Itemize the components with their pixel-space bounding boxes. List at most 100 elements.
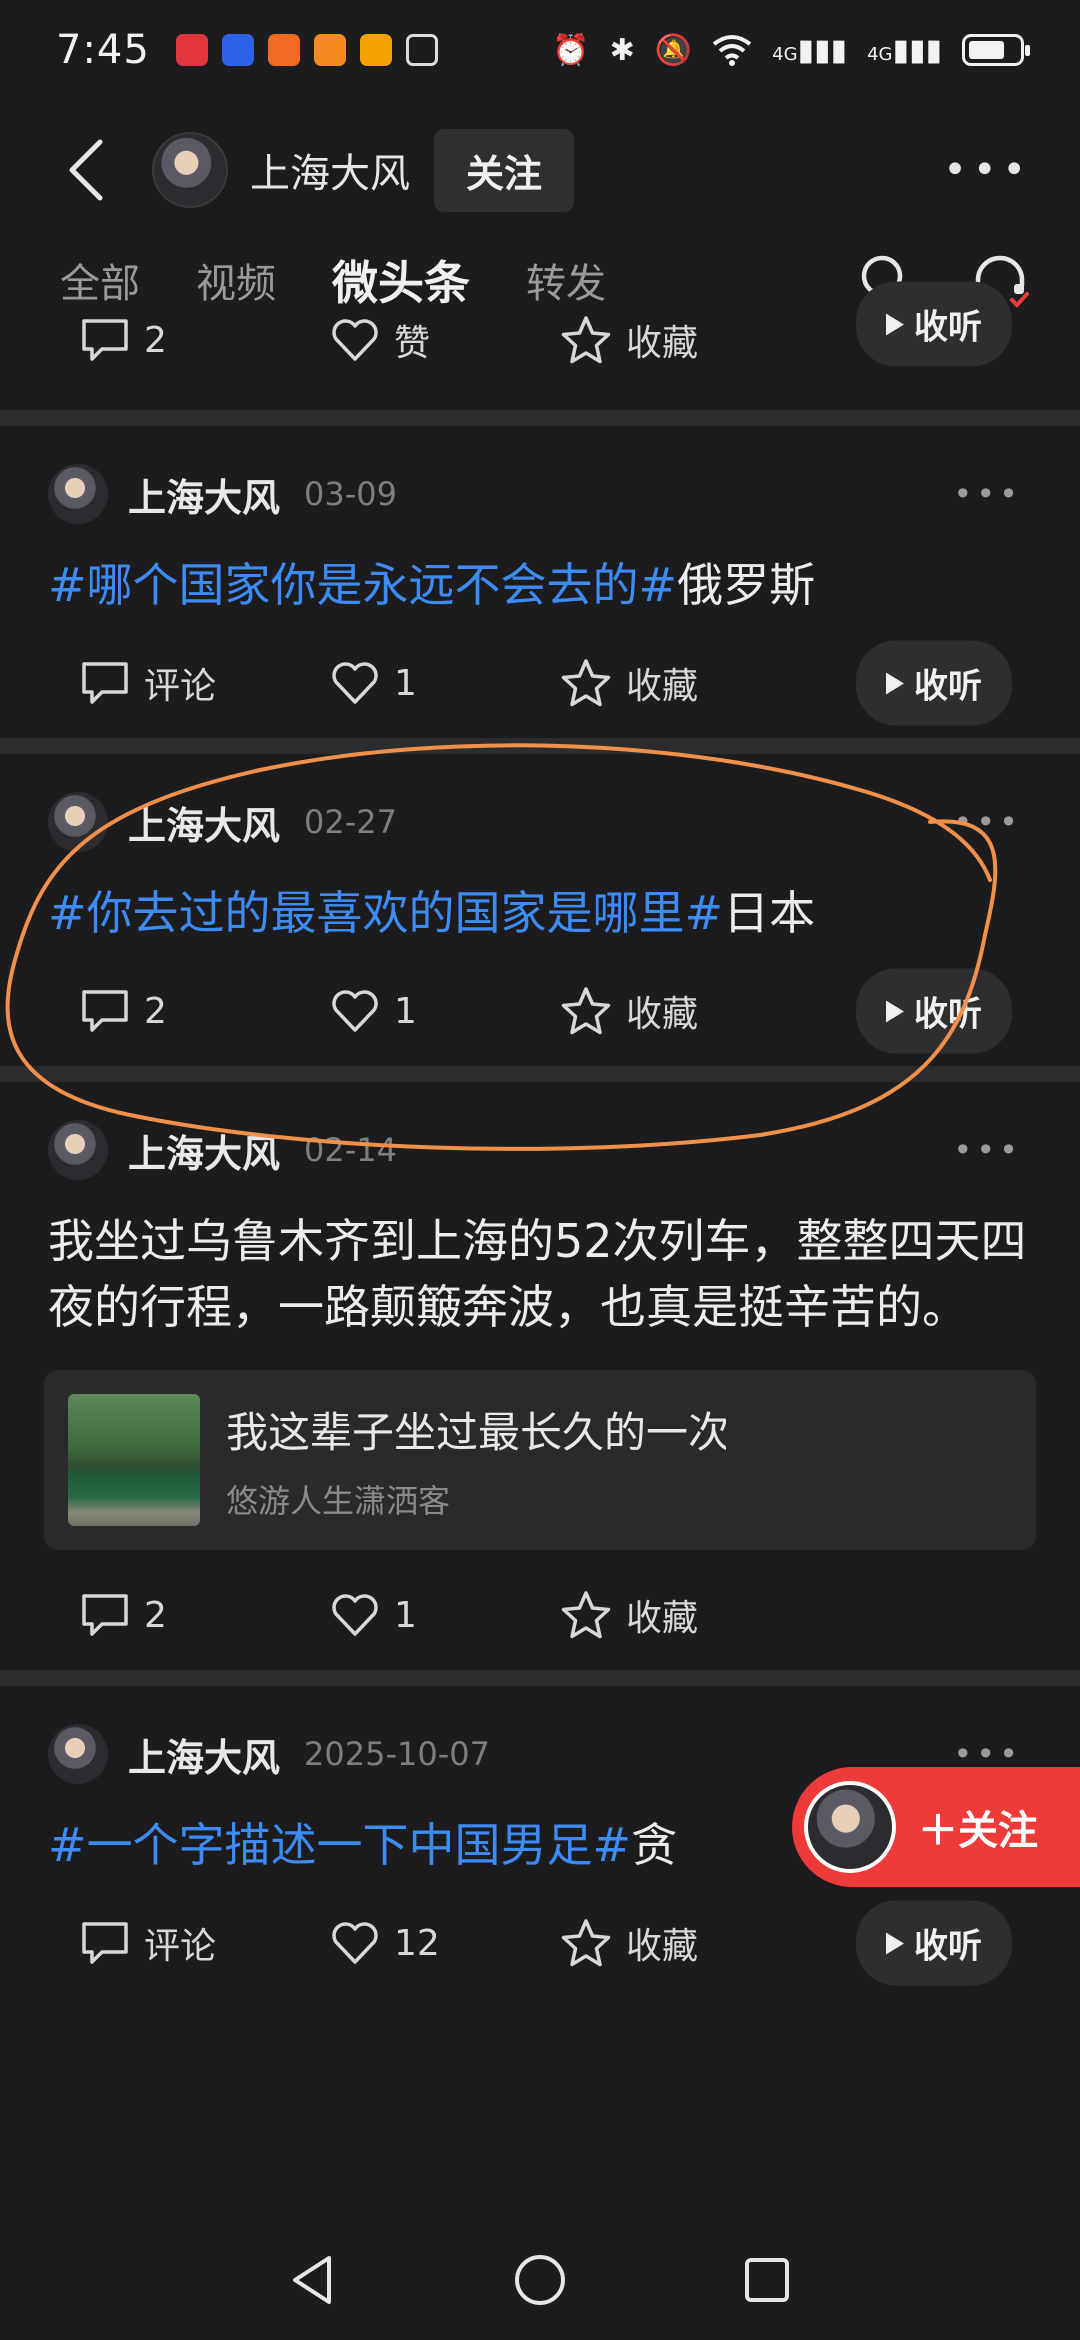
comment-action[interactable]: 2 <box>80 988 330 1034</box>
nav-home-icon[interactable] <box>512 2252 568 2308</box>
system-nav-bar <box>0 2220 1080 2340</box>
heart-icon <box>332 319 378 361</box>
author-avatar <box>804 1781 896 1873</box>
post-feed: 2 赞 收藏 收听 上海大风 03-09 ••• #哪个国家你是永远不会去的#俄… <box>0 281 1080 1998</box>
favorite-label: 收藏 <box>626 323 699 364</box>
post-date: 2025-10-07 <box>304 1735 490 1773</box>
favorite-action[interactable]: 收藏 <box>560 657 800 709</box>
post-actions: 2 1 收藏 收听 <box>0 956 1080 1066</box>
listen-button[interactable]: 收听 <box>856 1900 1012 1986</box>
like-action[interactable]: 12 <box>330 1920 560 1966</box>
hashtag-link[interactable]: #哪个国家你是永远不会去的# <box>48 558 677 612</box>
comment-action[interactable]: 评论 <box>80 1917 330 1969</box>
listen-label: 收听 <box>914 1926 982 1967</box>
alarm-icon: ⏰ <box>552 32 590 68</box>
tab-micro-headline[interactable]: 微头条 <box>332 247 470 313</box>
author-avatar[interactable] <box>48 1120 108 1180</box>
author-name[interactable]: 上海大风 <box>128 467 280 522</box>
like-action[interactable]: 1 <box>330 1592 560 1638</box>
nav-back-icon[interactable] <box>285 2252 341 2308</box>
like-action[interactable]: 1 <box>330 988 560 1034</box>
more-options-icon[interactable]: ••• <box>953 1131 1022 1169</box>
favorite-action[interactable]: 收藏 <box>560 1589 800 1641</box>
favorite-action[interactable]: 收藏 <box>560 985 800 1037</box>
author-name[interactable]: 上海大风 <box>128 1123 280 1178</box>
tab-repost[interactable]: 转发 <box>526 251 606 309</box>
back-button[interactable] <box>50 134 122 206</box>
system-status: ⏰ ✱ 🔕 4G▮▮▮ 4G▮▮▮ <box>552 32 1030 68</box>
author-name[interactable]: 上海大风 <box>250 141 410 199</box>
author-name[interactable]: 上海大风 <box>128 1727 280 1782</box>
comment-icon <box>82 1922 128 1964</box>
post-card[interactable]: 上海大风 02-14 ••• 我坐过乌鲁木齐到上海的52次列车，整整四天四夜的行… <box>0 1082 1080 1670</box>
more-options-icon[interactable]: ••• <box>953 803 1022 841</box>
linked-article-source: 悠游人生潇洒客 <box>226 1481 451 1520</box>
author-avatar[interactable] <box>48 792 108 852</box>
comment-action[interactable]: 2 <box>80 317 330 363</box>
author-avatar[interactable] <box>152 132 228 208</box>
listen-label: 收听 <box>914 307 982 348</box>
notification-icons <box>175 34 438 66</box>
heart-icon <box>332 662 378 704</box>
nav-recent-icon[interactable] <box>739 2252 795 2308</box>
author-avatar[interactable] <box>48 1724 108 1784</box>
profile-header: 上海大风 关注 ••• <box>0 110 1080 230</box>
post-actions: 2 1 收藏 <box>0 1560 1080 1670</box>
hashtag-link[interactable]: #一个字描述一下中国男足# <box>48 1818 631 1872</box>
play-icon <box>886 672 904 694</box>
favorite-label: 收藏 <box>626 666 699 707</box>
favorite-action[interactable]: 收藏 <box>560 1917 800 1969</box>
nfc-icon <box>405 34 438 66</box>
comment-action[interactable]: 评论 <box>80 657 330 709</box>
post-actions: 评论 1 收藏 收听 <box>0 628 1080 738</box>
yellow-app-icon <box>359 34 392 66</box>
tab-all[interactable]: 全部 <box>60 251 140 309</box>
post-date: 03-09 <box>304 475 397 513</box>
train-thumbnail <box>68 1394 200 1526</box>
mute-icon: 🔕 <box>654 32 693 68</box>
battery-icon <box>962 34 1030 66</box>
tab-video[interactable]: 视频 <box>196 251 276 309</box>
post-body-text: 贪 <box>631 1818 678 1872</box>
star-icon <box>561 987 611 1035</box>
divider <box>0 1066 1080 1082</box>
heart-icon <box>332 1594 378 1636</box>
listen-label: 收听 <box>914 994 982 1035</box>
hashtag-link[interactable]: #你去过的最喜欢的国家是哪里# <box>48 886 723 940</box>
comment-count: 2 <box>144 319 167 361</box>
comment-icon <box>82 662 128 704</box>
author-avatar[interactable] <box>48 464 108 524</box>
post-body-text: 日本 <box>723 886 816 940</box>
more-options-icon[interactable]: ••• <box>943 147 1032 193</box>
comment-action[interactable]: 2 <box>80 1592 330 1638</box>
listen-button[interactable]: 收听 <box>856 968 1012 1054</box>
listen-label: 收听 <box>914 666 982 707</box>
post-date: 02-14 <box>304 1131 397 1169</box>
like-action[interactable]: 赞 <box>330 314 560 366</box>
follow-button[interactable]: 关注 <box>434 128 575 212</box>
floating-follow-label: ＋关注 <box>918 1808 1038 1854</box>
post-date: 02-27 <box>304 803 397 841</box>
floating-follow-button[interactable]: ＋关注 <box>792 1767 1080 1887</box>
divider <box>0 410 1080 426</box>
bluetooth-icon: ✱ <box>609 32 635 68</box>
post-actions: 2 赞 收藏 收听 <box>0 281 1080 370</box>
network-type-2: 4G <box>867 43 893 65</box>
linked-article-card[interactable]: 我这辈子坐过最长久的一次火车，… 悠游人生潇洒客 <box>44 1370 1036 1550</box>
comment-icon <box>82 319 128 361</box>
signal-2-icon: 4G▮▮▮ <box>867 32 942 68</box>
divider <box>0 738 1080 754</box>
more-options-icon[interactable]: ••• <box>953 475 1022 513</box>
orange-app-icon <box>267 34 300 66</box>
listen-button[interactable]: 收听 <box>856 640 1012 726</box>
post-card[interactable]: 上海大风 03-09 ••• #哪个国家你是永远不会去的#俄罗斯 评论 1 收藏… <box>0 426 1080 738</box>
favorite-label: 收藏 <box>626 1926 699 1967</box>
favorite-label: 收藏 <box>626 994 699 1035</box>
divider <box>0 1670 1080 1686</box>
author-name[interactable]: 上海大风 <box>128 795 280 850</box>
listen-button[interactable]: 收听 <box>856 281 1012 367</box>
favorite-action[interactable]: 收藏 <box>560 314 800 366</box>
comment-count: 2 <box>144 990 167 1032</box>
post-card[interactable]: 上海大风 02-27 ••• #你去过的最喜欢的国家是哪里#日本 2 1 收藏 … <box>0 754 1080 1066</box>
like-action[interactable]: 1 <box>330 660 560 706</box>
